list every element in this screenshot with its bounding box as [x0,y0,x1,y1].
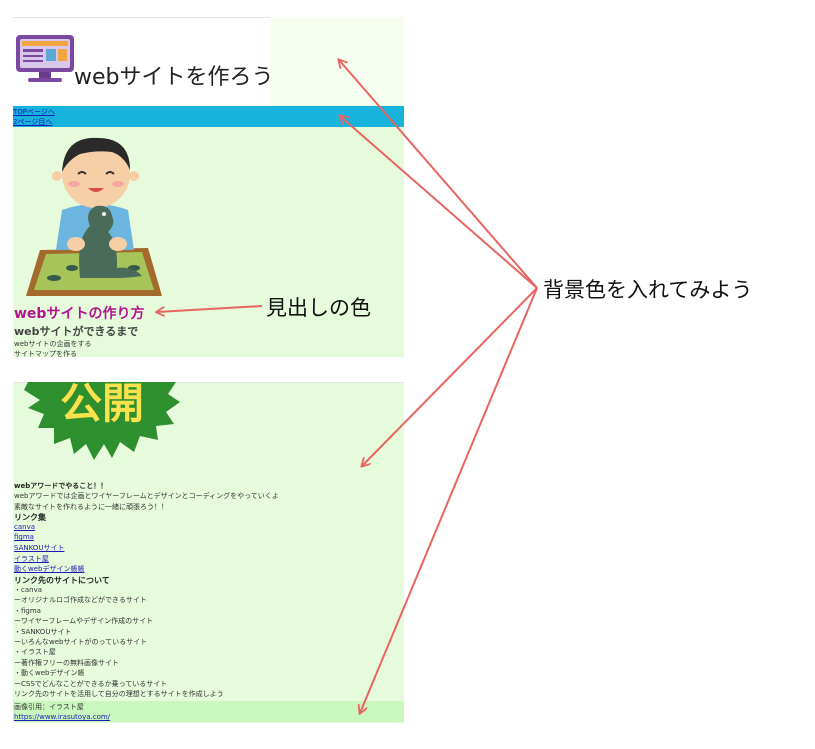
arrow-to-header [339,60,538,289]
annotation-background-color: 背景色を入れてみよう [543,278,753,302]
arrow-to-body [362,287,538,466]
arrow-to-heading [157,305,263,312]
arrow-to-footer [360,287,538,713]
arrow-to-nav [340,116,538,289]
annotation-heading-color: 見出しの色 [266,296,371,320]
annotation-arrows [0,0,538,749]
